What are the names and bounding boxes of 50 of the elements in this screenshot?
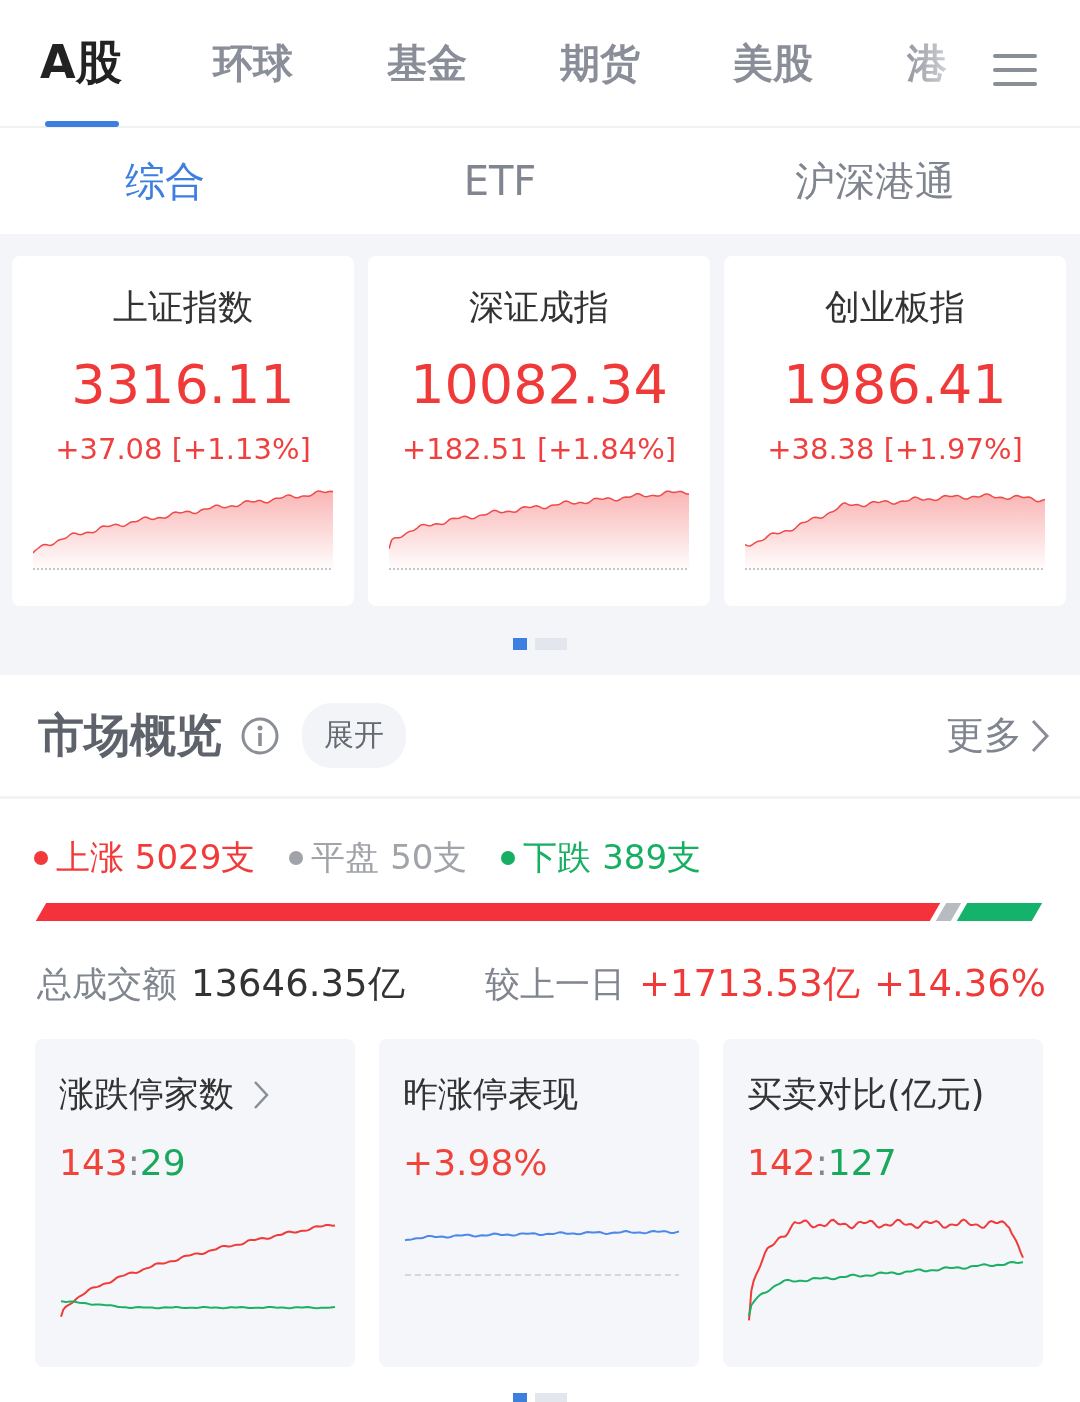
info-icon[interactable] bbox=[240, 715, 280, 756]
index-card[interactable]: 深证成指 10082.34 +182.51 [+1.84%] bbox=[368, 256, 710, 606]
stat-title: 昨涨停表现 bbox=[403, 1073, 578, 1116]
market-tab[interactable]: 美股 bbox=[733, 0, 907, 127]
turnover-value: 13646.35亿 bbox=[191, 961, 405, 1007]
down-count: 29 bbox=[139, 1142, 186, 1183]
index-value: 1986.41 bbox=[783, 353, 1007, 416]
breadth-label: 上涨 5029支 bbox=[56, 836, 256, 879]
index-change: +182.51 [+1.84%] bbox=[401, 432, 676, 466]
stat-value: +3.98% bbox=[403, 1142, 548, 1183]
index-name: 深证成指 bbox=[469, 286, 609, 329]
ratio-separator: : bbox=[815, 1142, 828, 1183]
index-name: 上证指数 bbox=[113, 286, 253, 329]
index-card[interactable]: 创业板指 1986.41 +38.38 [+1.97%] bbox=[724, 256, 1066, 606]
stat-title: 涨跌停家数 bbox=[59, 1073, 234, 1116]
sub-tab[interactable]: 沪深港通 bbox=[795, 153, 955, 209]
sub-tab[interactable]: 综合 bbox=[125, 153, 205, 209]
market-tab[interactable]: 期货 bbox=[560, 0, 734, 127]
stat-card[interactable]: 涨跌停家数 143:29 bbox=[35, 1039, 355, 1367]
index-value: 3316.11 bbox=[71, 353, 295, 416]
market-tab[interactable]: 基金 bbox=[386, 0, 560, 127]
more-link[interactable]: 更多 bbox=[946, 710, 1022, 761]
compare-change: +1713.53亿 bbox=[638, 961, 860, 1007]
status-dot bbox=[34, 851, 48, 865]
market-tab[interactable]: 港 bbox=[906, 0, 1080, 127]
section-title: 市场概览 bbox=[38, 706, 222, 764]
index-change: +38.38 [+1.97%] bbox=[767, 432, 1023, 466]
status-dot bbox=[501, 851, 516, 865]
index-name: 创业板指 bbox=[825, 286, 965, 329]
stat-card[interactable]: 昨涨停表现 +3.98% bbox=[379, 1039, 699, 1367]
index-card[interactable]: 上证指数 3316.11 +37.08 [+1.13%] bbox=[12, 256, 354, 606]
stat-card[interactable]: 买卖对比(亿元) 142:127 bbox=[723, 1039, 1043, 1367]
turnover-label: 总成交额 bbox=[37, 963, 177, 1006]
market-tab[interactable]: 环球 bbox=[213, 0, 387, 127]
ratio-separator: : bbox=[127, 1142, 140, 1183]
compare-label: 较上一日 bbox=[484, 963, 625, 1006]
menu-icon[interactable] bbox=[993, 52, 1037, 88]
expand-button[interactable]: 展开 bbox=[302, 703, 406, 768]
index-value: 10082.34 bbox=[410, 353, 668, 416]
stat-title: 买卖对比(亿元) bbox=[747, 1073, 985, 1116]
up-count: 143 bbox=[59, 1142, 128, 1183]
up-count: 142 bbox=[747, 1142, 816, 1183]
status-dot bbox=[289, 851, 304, 865]
chevron-right-icon[interactable] bbox=[1030, 717, 1050, 754]
compare-percent: +14.36% bbox=[873, 962, 1046, 1005]
index-change: +37.08 [+1.13%] bbox=[55, 432, 311, 466]
sub-tab[interactable]: ETF bbox=[463, 158, 537, 204]
breadth-label: 下跌 389支 bbox=[523, 836, 702, 879]
down-count: 127 bbox=[827, 1142, 897, 1183]
breadth-label: 平盘 50支 bbox=[311, 836, 468, 879]
